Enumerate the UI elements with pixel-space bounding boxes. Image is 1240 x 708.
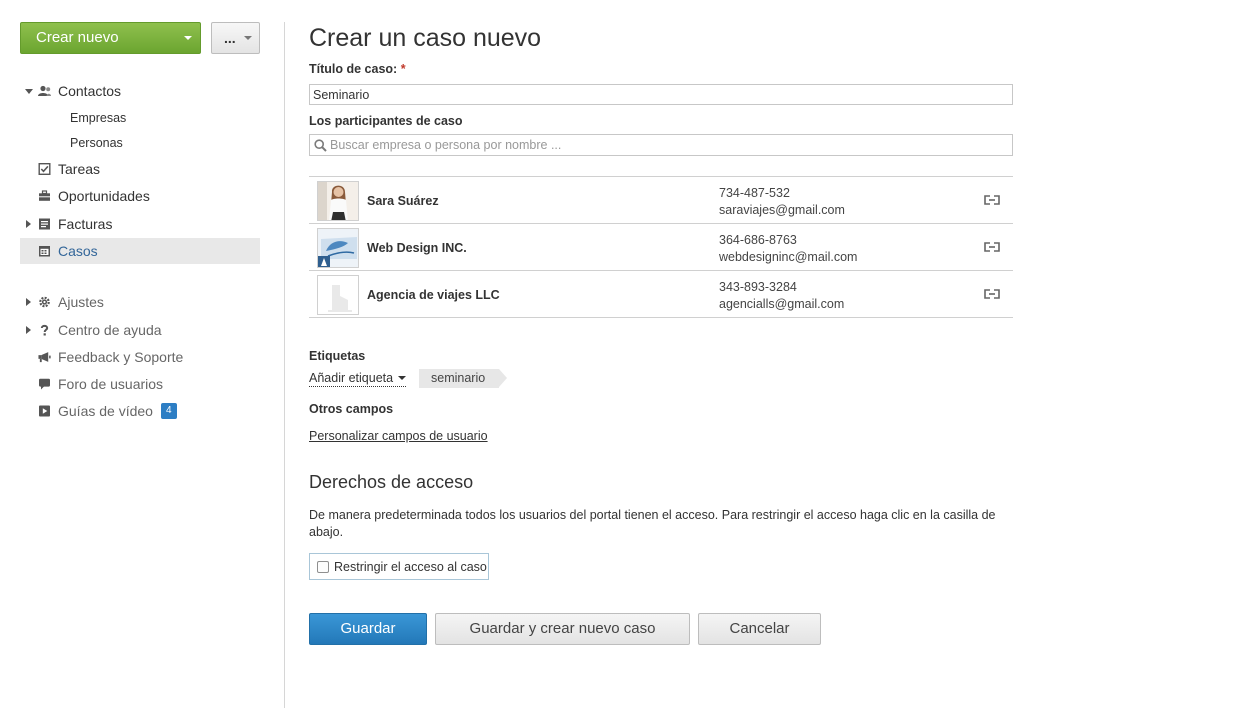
invoice-icon: [39, 218, 50, 230]
unlink-icon[interactable]: [984, 289, 1000, 299]
sidebar-item-persons[interactable]: Personas: [20, 130, 260, 156]
save-and-new-button[interactable]: Guardar y crear nuevo caso: [435, 613, 690, 645]
case-title-label-text: Título de caso:: [309, 62, 398, 76]
tag-chip[interactable]: seminario: [419, 369, 508, 388]
add-tag-dropdown[interactable]: Añadir etiqueta: [309, 371, 407, 387]
avatar: [317, 275, 359, 315]
participant-name[interactable]: Sara Suárez: [367, 194, 439, 208]
sidebar-item-label: Feedback y Soporte: [58, 349, 184, 365]
sidebar-item-contacts[interactable]: Contactos: [20, 78, 260, 104]
participant-email: webdesigninc@mail.com: [719, 250, 858, 264]
expand-down-icon[interactable]: [25, 89, 33, 94]
company-logo: [318, 229, 358, 267]
sidebar-divider: [284, 22, 285, 708]
sidebar-item-label: Centro de ayuda: [58, 322, 162, 338]
sidebar: Crear nuevo ... Contactos Empresas Perso…: [0, 0, 284, 708]
sidebar-item-invoices[interactable]: Facturas: [20, 211, 260, 237]
restrict-access-option[interactable]: Restringir el acceso al caso: [309, 553, 489, 580]
participant-search-input[interactable]: [330, 135, 1010, 155]
search-icon: [314, 139, 327, 152]
access-rights-title: Derechos de acceso: [309, 472, 474, 492]
sidebar-item-help[interactable]: Centro de ayuda: [20, 317, 260, 343]
sidebar-item-label: Oportunidades: [58, 188, 150, 204]
participants-label: Los participantes de caso: [309, 114, 463, 128]
contacts-icon: [38, 85, 51, 96]
chevron-down-icon: [184, 36, 192, 40]
calendar-icon: [39, 246, 50, 257]
company-placeholder-icon: [318, 276, 358, 314]
create-new-button[interactable]: Crear nuevo: [20, 22, 201, 54]
sidebar-item-label: Tareas: [58, 161, 101, 177]
person-photo: [318, 182, 358, 220]
sidebar-item-label: Guías de vídeo: [58, 403, 153, 419]
sidebar-item-settings[interactable]: Ajustes: [20, 289, 260, 315]
chevron-down-icon: [398, 376, 407, 380]
sidebar-item-label: Facturas: [58, 216, 113, 232]
sidebar-item-label: Casos: [58, 243, 98, 259]
sidebar-item-videos[interactable]: Guías de vídeo 4: [20, 398, 260, 424]
more-options-button[interactable]: ...: [211, 22, 260, 54]
more-options-label: ...: [224, 30, 236, 46]
unlink-icon[interactable]: [984, 195, 1000, 205]
checkbox-icon: [38, 163, 51, 175]
participant-phone: 734-487-532: [719, 186, 790, 200]
participants-list: Sara Suárez 734-487-532 saraviajes@gmail…: [309, 176, 1013, 318]
unlink-icon[interactable]: [984, 242, 1000, 252]
chevron-down-icon: [244, 36, 252, 40]
participant-row: Agencia de viajes LLC 343-893-3284 agenc…: [309, 271, 1013, 318]
restrict-access-checkbox[interactable]: [317, 561, 329, 573]
sidebar-item-label: Contactos: [58, 83, 122, 99]
case-title-label: Título de caso: *: [309, 62, 406, 76]
video-play-icon: [39, 405, 50, 417]
sidebar-item-label: Empresas: [70, 111, 127, 125]
avatar: [317, 228, 359, 268]
avatar: [317, 181, 359, 221]
sidebar-item-cases[interactable]: Casos: [20, 238, 260, 264]
save-button[interactable]: Guardar: [309, 613, 427, 645]
sidebar-item-companies[interactable]: Empresas: [20, 105, 260, 131]
participant-row: Sara Suárez 734-487-532 saraviajes@gmail…: [309, 177, 1013, 224]
other-fields-label: Otros campos: [309, 402, 394, 416]
sidebar-item-feedback[interactable]: Feedback y Soporte: [20, 344, 260, 370]
expand-right-icon[interactable]: [26, 298, 31, 306]
megaphone-icon: [38, 352, 51, 363]
video-count-badge: 4: [161, 403, 177, 419]
question-icon: [40, 324, 49, 336]
gear-icon: [39, 296, 50, 308]
tags-label: Etiquetas: [309, 349, 366, 363]
sidebar-item-label: Ajustes: [58, 294, 104, 310]
participant-name[interactable]: Web Design INC.: [367, 241, 467, 255]
expand-right-icon[interactable]: [26, 326, 31, 334]
participant-email: agencialls@gmail.com: [719, 297, 845, 311]
add-tag-label: Añadir etiqueta: [309, 371, 394, 385]
participant-row: Web Design INC. 364-686-8763 webdesignin…: [309, 224, 1013, 271]
create-new-label: Crear nuevo: [36, 29, 119, 46]
sidebar-item-label: Personas: [70, 136, 123, 150]
sidebar-item-label: Foro de usuarios: [58, 376, 164, 392]
speech-bubble-icon: [39, 378, 50, 390]
required-mark: *: [400, 62, 406, 76]
participant-search[interactable]: [309, 134, 1013, 156]
participant-phone: 364-686-8763: [719, 233, 797, 247]
access-description: De manera predeterminada todos los usuar…: [309, 508, 996, 539]
participant-email: saraviajes@gmail.com: [719, 203, 845, 217]
sidebar-item-opportunities[interactable]: Oportunidades: [20, 183, 260, 209]
page-title: Crear un caso nuevo: [309, 24, 542, 52]
restrict-access-label: Restringir el acceso al caso: [334, 560, 487, 574]
sidebar-item-forum[interactable]: Foro de usuarios: [20, 371, 260, 397]
cancel-button[interactable]: Cancelar: [698, 613, 821, 645]
sidebar-item-tasks[interactable]: Tareas: [20, 156, 260, 182]
participant-name[interactable]: Agencia de viajes LLC: [367, 288, 500, 302]
briefcase-icon: [39, 190, 50, 201]
expand-right-icon[interactable]: [26, 220, 31, 228]
case-title-input[interactable]: [309, 84, 1013, 105]
participant-phone: 343-893-3284: [719, 280, 797, 294]
customize-fields-link[interactable]: Personalizar campos de usuario: [309, 429, 488, 443]
